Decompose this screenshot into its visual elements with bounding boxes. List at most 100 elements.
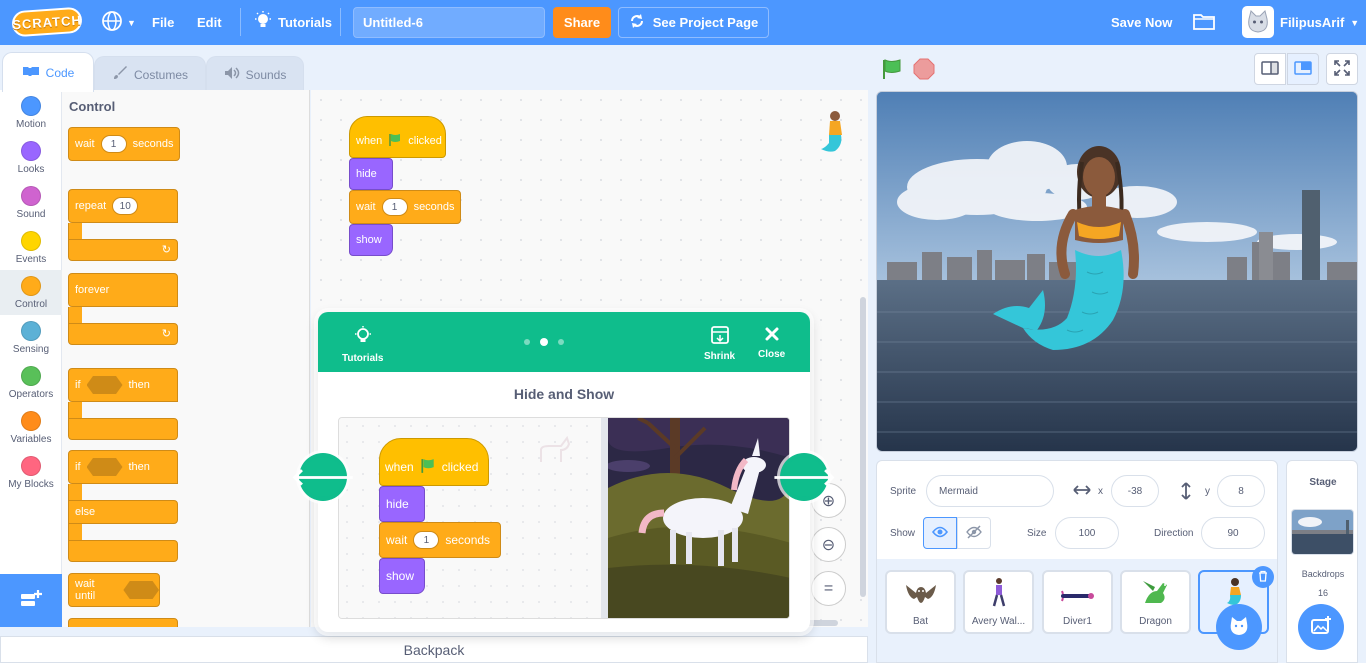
- sprite-tile-dragon[interactable]: Dragon: [1120, 570, 1191, 634]
- repeat-value-input[interactable]: 10: [112, 197, 139, 215]
- wait-value-input[interactable]: 1: [381, 198, 408, 216]
- workspace-vertical-scrollbar[interactable]: [860, 297, 866, 597]
- block-text: else: [75, 506, 96, 518]
- if-then-else-block[interactable]: if then else: [68, 450, 180, 564]
- tutorials-menu[interactable]: Tutorials: [254, 0, 332, 45]
- block-text: wait: [386, 533, 408, 547]
- zoom-out-icon: ⊖: [821, 536, 836, 554]
- stage-canvas[interactable]: [876, 91, 1358, 452]
- step-dot[interactable]: [524, 339, 530, 345]
- previous-step-button[interactable]: 🡐: [291, 453, 355, 501]
- zoom-in-icon: ⊕: [821, 492, 836, 510]
- choose-sprite-button[interactable]: [1216, 604, 1262, 650]
- step-dot[interactable]: [558, 339, 564, 345]
- block-text: when: [356, 135, 383, 147]
- tab-code[interactable]: Code: [2, 52, 94, 92]
- category-label: Motion: [15, 119, 46, 130]
- scratch-logo[interactable]: SCRATCH: [11, 6, 83, 38]
- language-menu[interactable]: ▼: [101, 0, 136, 45]
- category-events[interactable]: Events: [0, 225, 62, 270]
- wait-until-block[interactable]: wait until: [68, 573, 160, 607]
- condition-slot[interactable]: [86, 458, 123, 476]
- sprite-tile-avery-walking[interactable]: Avery Wal...: [963, 570, 1034, 634]
- block-text: wait: [356, 201, 376, 213]
- account-menu[interactable]: FilipusArif ▼: [1280, 0, 1359, 45]
- share-button[interactable]: Share: [553, 7, 611, 38]
- sprite-tile-bat[interactable]: Bat: [885, 570, 956, 634]
- green-flag-button[interactable]: [881, 58, 903, 83]
- backpack[interactable]: Backpack: [0, 636, 868, 663]
- category-variables[interactable]: Variables: [0, 405, 62, 450]
- choose-backdrop-button[interactable]: [1298, 604, 1344, 650]
- category-control[interactable]: Control: [0, 270, 62, 315]
- repeat-block[interactable]: repeat 10 ↻: [68, 189, 180, 261]
- shrink-icon: [710, 326, 729, 347]
- step-dot-active[interactable]: [540, 338, 548, 346]
- show-block[interactable]: show: [349, 224, 393, 256]
- next-step-button[interactable]: 🡒: [772, 453, 836, 501]
- condition-slot[interactable]: [123, 581, 159, 599]
- x-input[interactable]: -38: [1111, 475, 1159, 507]
- show-hidden-button[interactable]: [957, 517, 991, 549]
- tab-costumes[interactable]: Costumes: [94, 56, 206, 92]
- backdrop-thumbnail: [1291, 509, 1354, 555]
- control-dot-icon: [21, 276, 41, 296]
- condition-slot[interactable]: [86, 376, 123, 394]
- shrink-button[interactable]: Shrink: [704, 326, 735, 362]
- tab-sounds[interactable]: Sounds: [206, 56, 304, 92]
- sprite-tile-diver1[interactable]: Diver1: [1042, 570, 1113, 634]
- y-label: y: [1205, 486, 1210, 497]
- tutorial-video[interactable]: when clicked hide wait 1 seconds show: [338, 417, 790, 619]
- if-then-block[interactable]: if then: [68, 368, 180, 440]
- normal-stage-button[interactable]: [1287, 53, 1319, 85]
- see-project-page-button[interactable]: See Project Page: [618, 7, 769, 38]
- sprite-name-input[interactable]: Mermaid: [926, 475, 1054, 507]
- lightbulb-icon: [254, 11, 272, 34]
- zoom-reset-button[interactable]: =: [811, 571, 846, 606]
- stop-button[interactable]: [913, 58, 935, 83]
- block-text: wait: [75, 138, 95, 150]
- stop-icon: [913, 58, 935, 83]
- when-flag-clicked-block[interactable]: when clicked: [349, 116, 446, 158]
- video-stage: [608, 418, 789, 618]
- backdrops-count: 16: [1317, 588, 1328, 598]
- repeat-until-block[interactable]: [68, 618, 178, 627]
- fullscreen-button[interactable]: [1326, 53, 1358, 85]
- show-visible-button[interactable]: [923, 517, 957, 549]
- category-label: My Blocks: [8, 479, 54, 490]
- category-sensing[interactable]: Sensing: [0, 315, 62, 360]
- direction-input[interactable]: 90: [1201, 517, 1265, 549]
- forever-block[interactable]: forever ↻: [68, 273, 180, 345]
- wait-seconds-block[interactable]: wait 1 seconds: [68, 127, 180, 161]
- category-motion[interactable]: Motion: [0, 90, 62, 135]
- diver-icon: [1060, 589, 1095, 606]
- see-project-page-label: See Project Page: [652, 15, 759, 30]
- category-my-blocks[interactable]: My Blocks: [0, 450, 62, 495]
- wait-seconds-block[interactable]: wait 1 seconds: [349, 190, 461, 224]
- category-operators[interactable]: Operators: [0, 360, 62, 405]
- project-title-input[interactable]: Untitled-6: [353, 7, 545, 38]
- editor-tabs: Code Costumes Sounds: [0, 52, 310, 92]
- save-now-button[interactable]: Save Now: [1111, 0, 1172, 45]
- wait-value-input[interactable]: 1: [100, 135, 127, 153]
- remix-icon: [629, 13, 645, 32]
- category-looks[interactable]: Looks: [0, 135, 62, 180]
- small-stage-button[interactable]: [1254, 53, 1286, 85]
- block-text: hide: [356, 168, 377, 180]
- file-menu[interactable]: File: [152, 0, 174, 45]
- close-button[interactable]: Close: [758, 326, 785, 360]
- delete-sprite-button[interactable]: [1252, 566, 1274, 588]
- tutorials-button[interactable]: Tutorials: [342, 326, 383, 364]
- my-stuff-button[interactable]: [1193, 0, 1215, 45]
- avatar[interactable]: [1242, 6, 1274, 38]
- add-extension-button[interactable]: [0, 574, 62, 627]
- show-label: Show: [890, 528, 916, 539]
- tab-costumes-label: Costumes: [133, 67, 189, 82]
- category-sound[interactable]: Sound: [0, 180, 62, 225]
- close-icon: [764, 326, 780, 345]
- size-input[interactable]: 100: [1055, 517, 1119, 549]
- edit-menu[interactable]: Edit: [197, 0, 222, 45]
- y-input[interactable]: 8: [1217, 475, 1265, 507]
- zoom-out-button[interactable]: ⊖: [811, 527, 846, 562]
- hide-block[interactable]: hide: [349, 158, 393, 190]
